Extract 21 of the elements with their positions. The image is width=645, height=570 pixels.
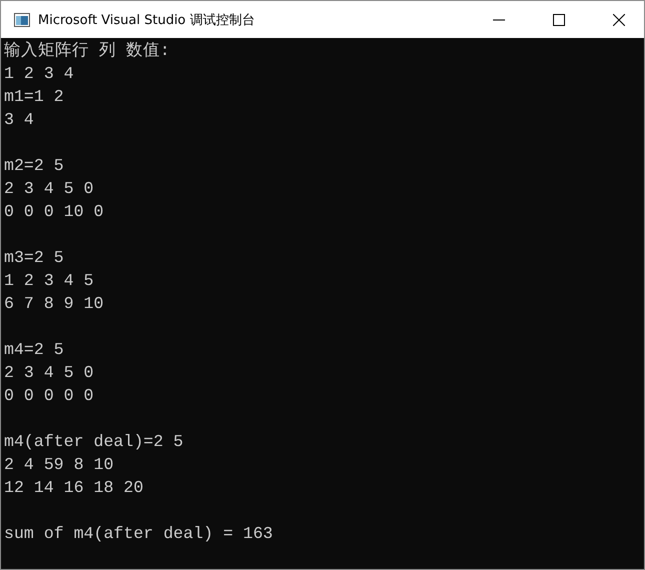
maximize-icon xyxy=(553,14,565,26)
console-output-line: 0 0 0 0 0 xyxy=(4,385,94,407)
console-output-line: 输入矩阵行 列 数值: xyxy=(4,40,170,62)
close-icon xyxy=(613,14,625,26)
console-output-line: 1 2 3 4 5 xyxy=(4,270,94,292)
console-output-line: sum of m4(after deal) = 163 xyxy=(4,523,273,545)
console-output-line: 3 4 xyxy=(4,109,34,131)
console-output-line: m3=2 5 xyxy=(4,247,64,269)
console-output-line: m4(after deal)=2 5 xyxy=(4,431,184,453)
console-app-icon xyxy=(14,12,30,26)
console-output-line: 1 2 3 4 xyxy=(4,63,74,85)
console-output-line: 2 3 4 5 0 xyxy=(4,362,94,384)
console-output-line: 0 0 0 10 0 xyxy=(4,201,104,223)
console-output-line: 2 3 4 5 0 xyxy=(4,178,94,200)
console-output-line: 6 7 8 9 10 xyxy=(4,293,104,315)
console-output-line: 2 4 59 8 10 xyxy=(4,454,114,476)
console-output-line: m1=1 2 xyxy=(4,86,64,108)
window-title: Microsoft Visual Studio 调试控制台 xyxy=(38,12,256,28)
console-output-line: m2=2 5 xyxy=(4,155,64,177)
console-output-line: 12 14 16 18 20 xyxy=(4,477,144,499)
console-output-line: m4=2 5 xyxy=(4,339,64,361)
